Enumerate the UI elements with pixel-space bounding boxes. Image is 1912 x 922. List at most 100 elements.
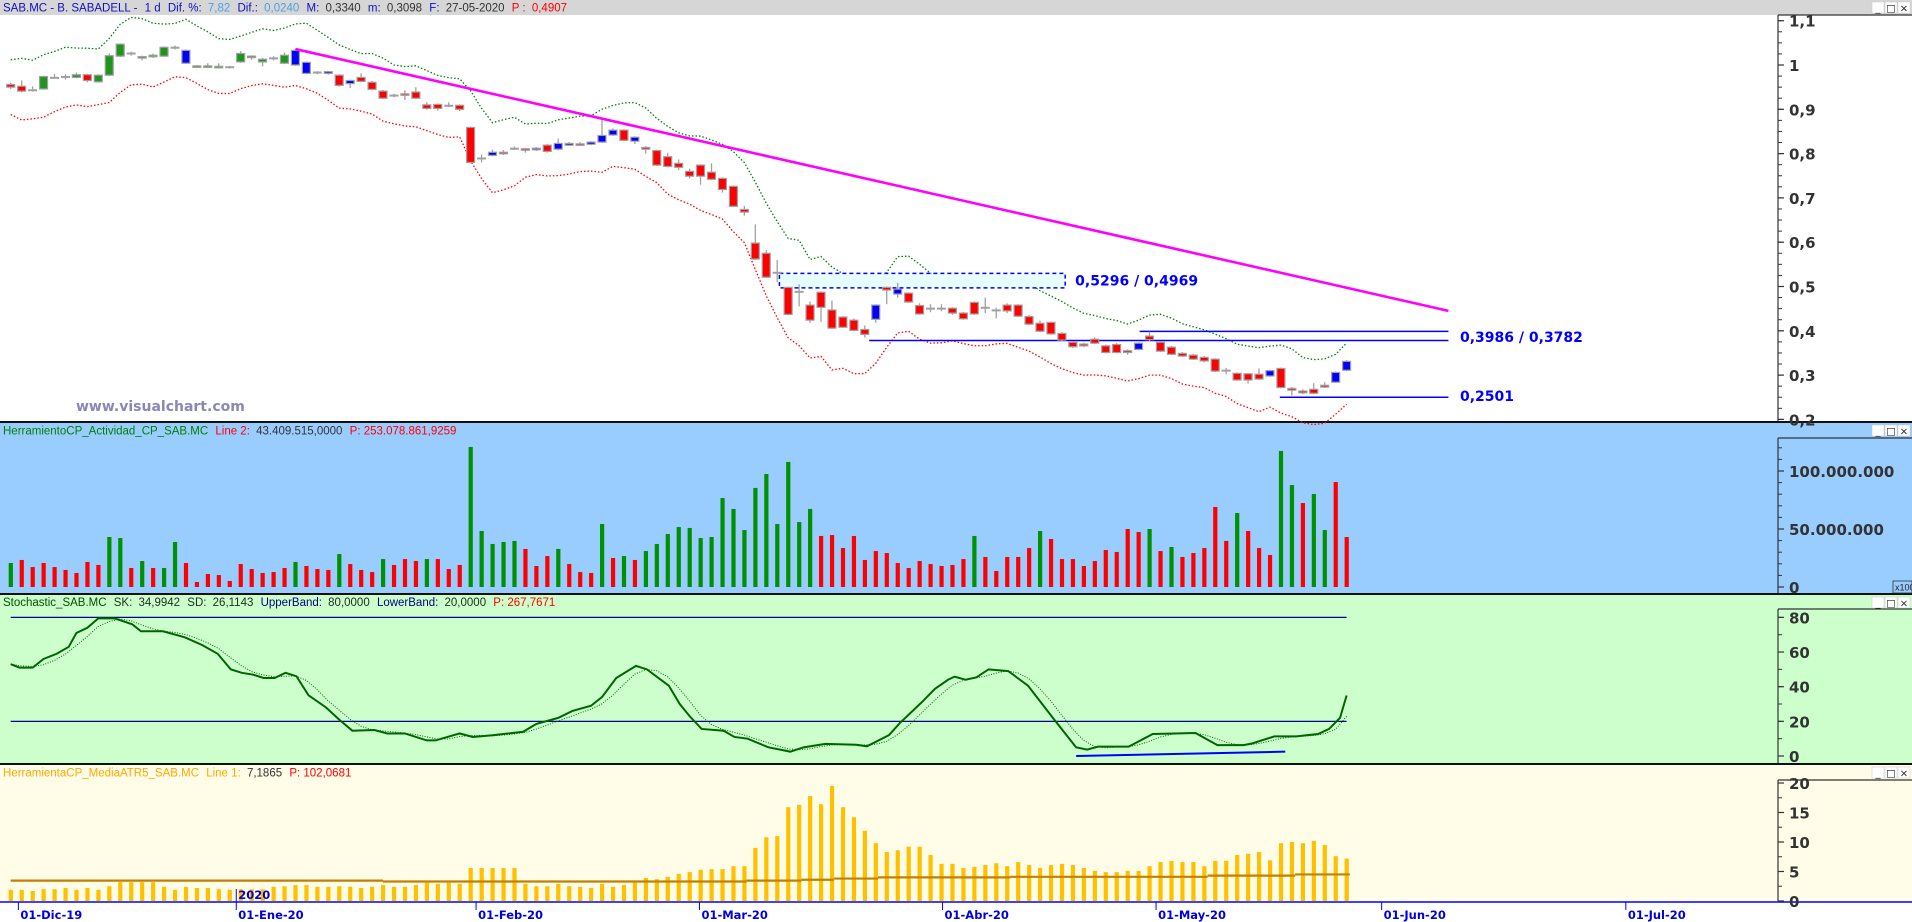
atr-bar [1202, 866, 1207, 901]
candle-body [71, 74, 82, 79]
candle [849, 318, 859, 332]
volume-close-button[interactable]: × [1897, 424, 1911, 438]
volume-bar [983, 556, 988, 587]
candle [728, 185, 739, 208]
candle-body [1243, 373, 1253, 381]
axis-label: 100.000.000 [1789, 463, 1894, 481]
atr-bar [446, 882, 451, 901]
price-minimize-button[interactable]: _ [1871, 1, 1885, 15]
volume-bar [293, 561, 298, 587]
volume-bar [52, 567, 57, 587]
candle-body [1331, 371, 1341, 383]
candle-body [586, 141, 596, 145]
atr-bar [63, 888, 68, 901]
volume-bar [862, 559, 867, 587]
minimize-icon: _ [1875, 599, 1882, 610]
volume-bar [1257, 548, 1262, 587]
volume-bar [1246, 530, 1251, 587]
atr-bar [282, 886, 287, 901]
price-panel[interactable] [0, 15, 1912, 422]
volume-bar [753, 487, 758, 587]
volume-bar [1059, 559, 1065, 587]
atr-bar [1235, 854, 1240, 901]
axis-label: 60 [1789, 644, 1810, 662]
price-maximize-button[interactable]: □ [1884, 1, 1898, 15]
atr-bar [1147, 866, 1152, 901]
volume-bar [1278, 450, 1284, 587]
volume-bar [556, 548, 561, 587]
candle-body [914, 304, 925, 315]
volume-bar [337, 554, 342, 587]
chart-window: SAB.MC - B. SABADELL - 1 d Dif. %: 7,82 … [0, 0, 1912, 922]
atr-bar [1070, 865, 1076, 901]
candle [38, 75, 49, 90]
volume-bar [8, 562, 13, 587]
volume-bar [720, 498, 725, 587]
candle-body [893, 288, 903, 295]
price-close-button[interactable]: × [1897, 1, 1911, 15]
candle-body [279, 54, 290, 64]
atr-bar [829, 785, 835, 901]
volume-bar [829, 535, 835, 587]
volume-bar [665, 533, 670, 587]
candle-body [1287, 387, 1297, 391]
volume-bar [1092, 561, 1097, 587]
volume-panel[interactable] [0, 422, 1912, 594]
candle-body [104, 55, 114, 76]
volume-bar [994, 570, 999, 587]
atr-maximize-button[interactable]: □ [1884, 766, 1898, 780]
atr-bar [939, 863, 944, 901]
atr-bar [1191, 862, 1196, 901]
volume-bar [370, 572, 375, 587]
volume-bar [129, 567, 134, 587]
candle-body [487, 151, 498, 156]
volume-bar [797, 522, 802, 587]
candle-body [597, 134, 607, 143]
atr-bar [556, 883, 561, 901]
candle-body [827, 309, 837, 329]
candle-body [520, 148, 530, 151]
volume-bar [151, 567, 156, 587]
volume-bar [632, 559, 638, 587]
candle-body [1046, 321, 1056, 335]
volume-bar [523, 548, 528, 587]
volume-minimize-button[interactable]: _ [1871, 424, 1885, 438]
volume-bar [1005, 556, 1010, 587]
atr-bar [172, 889, 178, 901]
atr-bar [961, 867, 966, 901]
candle [1276, 367, 1286, 389]
atr-bar [578, 886, 583, 901]
volume-bar [621, 556, 627, 587]
atr-bar [391, 886, 397, 901]
atr-close-button[interactable]: × [1897, 766, 1911, 780]
stochastic-maximize-button[interactable]: □ [1884, 596, 1898, 610]
candle-body [882, 286, 892, 291]
candle-body [947, 307, 958, 314]
candle-body [1035, 322, 1045, 332]
candle-body [750, 242, 760, 260]
candle-body [684, 170, 695, 177]
axis-label: 0,4 [1789, 323, 1816, 341]
candle-body [115, 43, 125, 57]
candle-body [1309, 388, 1319, 394]
candle-body [93, 74, 103, 83]
atr-bar [194, 888, 200, 901]
atr-bar [1081, 867, 1086, 901]
candle-body [257, 58, 268, 63]
candle [159, 46, 169, 58]
stochastic-minimize-button[interactable]: _ [1871, 596, 1885, 610]
stochastic-panel[interactable] [0, 594, 1912, 764]
candle [1232, 372, 1242, 381]
volume-maximize-button[interactable]: □ [1884, 424, 1898, 438]
date-label: 01-Mar-20 [701, 908, 767, 922]
candle [958, 311, 968, 320]
atr-bar [129, 882, 134, 901]
atr-bar [1224, 860, 1229, 901]
candle-body [969, 301, 979, 315]
resistance-zone[interactable] [778, 272, 1066, 289]
atr-minimize-button[interactable]: _ [1871, 766, 1885, 780]
volume-bar [534, 566, 539, 587]
candle [903, 292, 914, 303]
stochastic-close-button[interactable]: × [1897, 596, 1911, 610]
atr-bar [742, 866, 747, 901]
